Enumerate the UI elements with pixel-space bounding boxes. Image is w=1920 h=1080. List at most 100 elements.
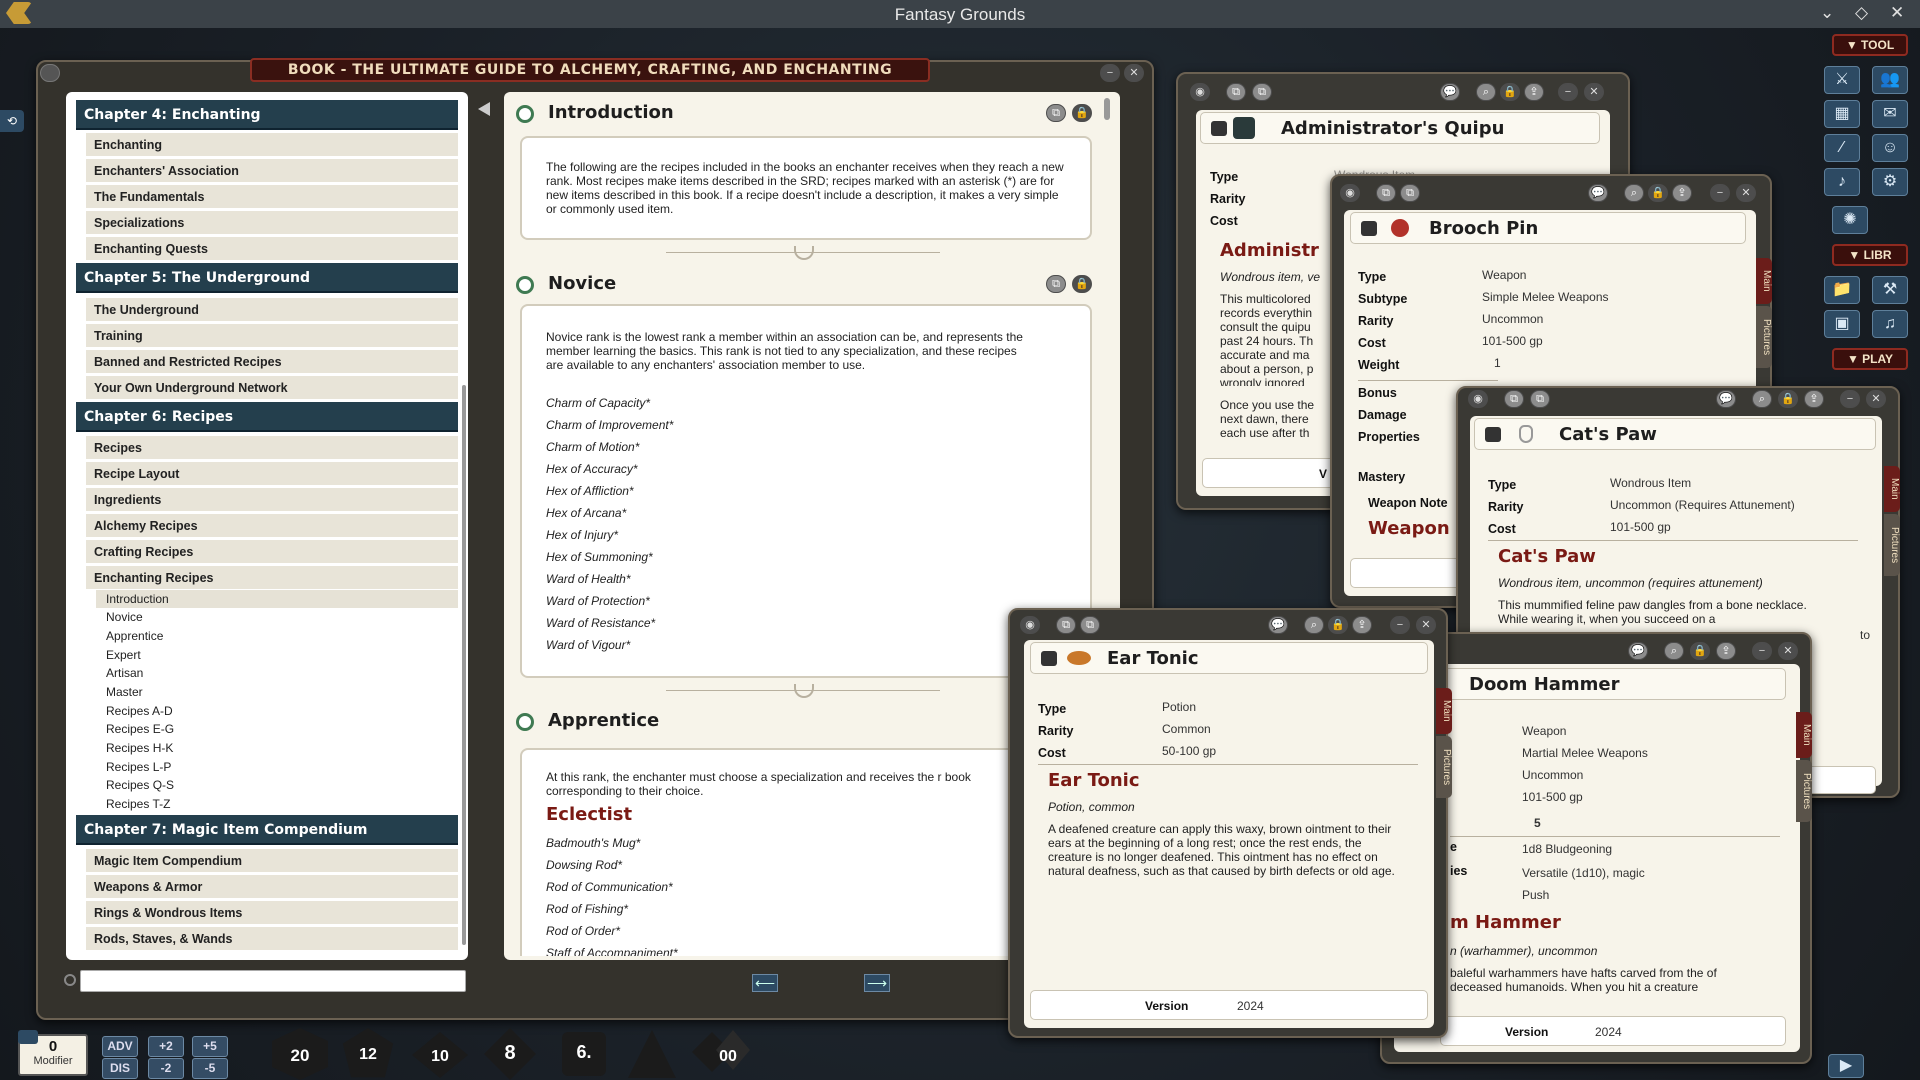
- search-icon[interactable]: ⌕: [1304, 616, 1324, 634]
- toc-subitem[interactable]: Novice: [96, 608, 458, 626]
- content-scrollbar[interactable]: [1104, 98, 1110, 120]
- window-copy-icon[interactable]: ⧉: [1252, 83, 1272, 101]
- dice-tower-icon[interactable]: [18, 1030, 38, 1044]
- field-value[interactable]: Push: [1522, 888, 1549, 902]
- close-icon[interactable]: ✕: [1866, 390, 1886, 408]
- window-menu-icon[interactable]: ◉: [1340, 184, 1360, 202]
- toc-subitem[interactable]: Expert: [96, 646, 458, 664]
- toc-item[interactable]: Alchemy Recipes: [86, 514, 458, 538]
- plus2-button[interactable]: +2: [148, 1036, 184, 1057]
- tab-pictures[interactable]: Pictures: [1796, 760, 1812, 822]
- toc-item[interactable]: Recipe Layout: [86, 462, 458, 486]
- window-copy-icon[interactable]: ⧉: [1080, 616, 1100, 634]
- tab-main[interactable]: Main: [1756, 258, 1772, 304]
- toc-item[interactable]: The Underground: [86, 298, 458, 322]
- toc-subitem[interactable]: Master: [96, 683, 458, 701]
- item-lock-icon[interactable]: [1041, 651, 1057, 666]
- field-value[interactable]: 101-500 gp: [1522, 790, 1583, 804]
- sounds-icon[interactable]: ♫: [1872, 310, 1908, 338]
- share-icon[interactable]: ⇪: [1716, 642, 1736, 660]
- book-menu-icon[interactable]: [40, 64, 60, 82]
- toc-item[interactable]: Training: [86, 324, 458, 348]
- tool-section-toggle[interactable]: ▼ TOOL: [1832, 34, 1908, 56]
- share-icon[interactable]: ⇪: [1672, 184, 1692, 202]
- maximize-button[interactable]: ◇: [1855, 3, 1868, 23]
- close-icon[interactable]: ✕: [1736, 184, 1756, 202]
- toc-subitem[interactable]: Recipes L-P: [96, 758, 458, 776]
- version-value[interactable]: 2024: [1595, 1025, 1622, 1039]
- players-icon[interactable]: ☺: [1872, 134, 1908, 162]
- minimize-icon[interactable]: −: [1752, 642, 1772, 660]
- toc-subitem-selected[interactable]: Introduction: [96, 590, 458, 608]
- toc-item[interactable]: Enchanting Recipes: [86, 566, 458, 590]
- toc-item[interactable]: Crafting Recipes: [86, 540, 458, 564]
- maps-icon[interactable]: ▣: [1824, 310, 1860, 338]
- field-value[interactable]: Weapon: [1522, 724, 1566, 738]
- item-name[interactable]: Cat's Paw: [1559, 424, 1657, 445]
- field-value[interactable]: 50-100 gp: [1162, 744, 1216, 758]
- tab-pictures[interactable]: Pictures: [1756, 306, 1772, 368]
- d100-die-icon[interactable]: 00: [688, 1026, 752, 1080]
- minus2-button[interactable]: -2: [148, 1058, 184, 1079]
- calendar-icon[interactable]: ▦: [1824, 100, 1860, 128]
- prev-page-button[interactable]: ⟵: [752, 974, 778, 992]
- field-value[interactable]: Uncommon: [1482, 312, 1543, 326]
- window-copy-icon[interactable]: ⧉: [1400, 184, 1420, 202]
- party-icon[interactable]: 👥: [1872, 66, 1908, 94]
- field-value[interactable]: Uncommon (Requires Attunement): [1610, 498, 1795, 512]
- toc-item[interactable]: Enchanting Quests: [86, 237, 458, 261]
- minimize-icon[interactable]: −: [1840, 390, 1860, 408]
- chat-icon[interactable]: 💬: [1268, 616, 1288, 634]
- book-close-button[interactable]: ✕: [1124, 64, 1144, 82]
- d10-die-icon[interactable]: 10: [408, 1026, 472, 1080]
- window-link-icon[interactable]: ⧉: [1376, 184, 1396, 202]
- toc-chapter-5[interactable]: Chapter 5: The Underground: [76, 263, 458, 293]
- chat-icon[interactable]: 💬: [1588, 184, 1608, 202]
- item-lock-icon[interactable]: [1485, 427, 1501, 442]
- toc-subitem[interactable]: Recipes Q-S: [96, 776, 458, 794]
- d4-die-icon[interactable]: [620, 1026, 684, 1080]
- share-icon[interactable]: ⇪: [1804, 390, 1824, 408]
- close-button[interactable]: ✕: [1890, 3, 1904, 23]
- lock-icon[interactable]: 🔒: [1690, 642, 1710, 660]
- tab-pictures[interactable]: Pictures: [1436, 736, 1452, 798]
- items-icon[interactable]: ⚒: [1872, 276, 1908, 304]
- field-value[interactable]: Common: [1162, 722, 1211, 736]
- minimize-icon[interactable]: −: [1710, 184, 1730, 202]
- combat-icon[interactable]: ⚔: [1824, 66, 1860, 94]
- toc-subitem[interactable]: Apprentice: [96, 627, 458, 645]
- item-name[interactable]: Ear Tonic: [1107, 648, 1199, 669]
- field-value[interactable]: Potion: [1162, 700, 1196, 714]
- toc-subitem[interactable]: Artisan: [96, 664, 458, 682]
- minimize-icon[interactable]: −: [1558, 83, 1578, 101]
- field-value[interactable]: Wondrous Item: [1610, 476, 1691, 490]
- gear-icon[interactable]: ⚙: [1872, 168, 1908, 196]
- tab-pictures[interactable]: Pictures: [1884, 514, 1900, 576]
- window-link-icon[interactable]: ⧉: [1504, 390, 1524, 408]
- item-name[interactable]: Administrator's Quipu: [1281, 118, 1504, 139]
- play-arrow-icon[interactable]: ▶: [1828, 1054, 1864, 1078]
- toc-item[interactable]: Weapons & Armor: [86, 875, 458, 899]
- play-section-toggle[interactable]: ▼ PLAY: [1832, 348, 1908, 370]
- toc-item[interactable]: Rings & Wondrous Items: [86, 901, 458, 925]
- toc-item[interactable]: Rods, Staves, & Wands: [86, 927, 458, 951]
- search-icon[interactable]: ⌕: [1664, 642, 1684, 660]
- left-edge-tab[interactable]: ⟲: [0, 110, 24, 132]
- toc-item[interactable]: Enchanters' Association: [86, 159, 458, 183]
- item-name[interactable]: Brooch Pin: [1429, 218, 1538, 239]
- version-value[interactable]: 2024: [1237, 999, 1264, 1013]
- field-value[interactable]: Weapon: [1482, 268, 1526, 282]
- close-icon[interactable]: ✕: [1584, 83, 1604, 101]
- chat-icon[interactable]: 💬: [1440, 83, 1460, 101]
- field-value[interactable]: Versatile (1d10), magic: [1522, 866, 1645, 880]
- d8-die-icon[interactable]: 8: [478, 1026, 542, 1080]
- window-menu-icon[interactable]: ◉: [1190, 83, 1210, 101]
- window-link-icon[interactable]: ⧉: [1226, 83, 1246, 101]
- book-minimize-button[interactable]: −: [1100, 64, 1120, 82]
- toc-subitem[interactable]: Recipes E-G: [96, 720, 458, 738]
- share-icon[interactable]: ⇪: [1352, 616, 1372, 634]
- window-copy-icon[interactable]: ⧉: [1530, 390, 1550, 408]
- toc-item[interactable]: Ingredients: [86, 488, 458, 512]
- share-icon[interactable]: ⇪: [1524, 83, 1544, 101]
- lock-icon[interactable]: 🔒: [1500, 83, 1520, 101]
